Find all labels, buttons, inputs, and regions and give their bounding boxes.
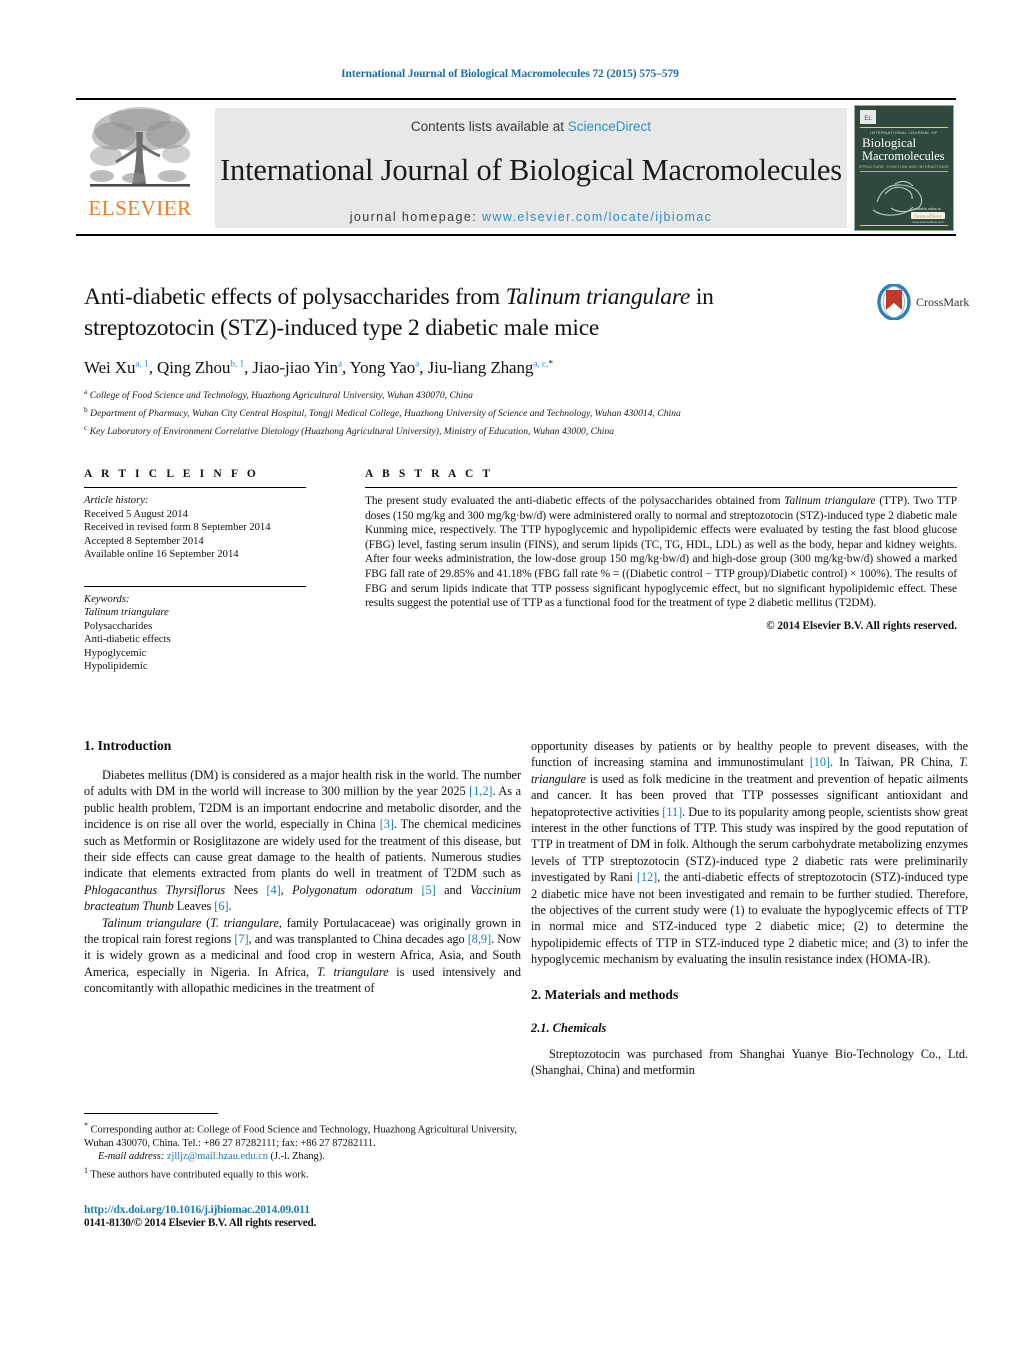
history-item: Received 5 August 2014 <box>84 508 188 520</box>
svg-text:www.sciencedirect.com: www.sciencedirect.com <box>912 220 944 224</box>
abstract-column: A B S T R A C T The present study evalua… <box>365 468 957 632</box>
journal-title: International Journal of Biological Macr… <box>220 153 842 187</box>
title-block: Anti-diabetic effects of polysaccharides… <box>84 282 844 344</box>
svg-text:STRUCTURE, FUNCTION AND INTERA: STRUCTURE, FUNCTION AND INTERACTIONS <box>859 165 949 169</box>
svg-text:ScienceDirect: ScienceDirect <box>915 213 941 218</box>
article-info-column: A R T I C L E I N F O Article history: R… <box>84 468 306 674</box>
section-heading-introduction: 1. Introduction <box>84 738 172 753</box>
journal-homepage-line: journal homepage: www.elsevier.com/locat… <box>215 188 847 224</box>
article-history-block: Article history: Received 5 August 2014 … <box>84 494 306 562</box>
journal-cover-art: EL INTERNATIONAL JOURNAL OF Biological M… <box>855 106 953 230</box>
crossmark-icon <box>877 283 911 321</box>
journal-masthead: ELSEVIER Contents lists available at Sci… <box>76 98 956 236</box>
affiliation-list: a College of Food Science and Technology… <box>84 385 914 438</box>
subsection-heading-chemicals: 2.1. Chemicals <box>531 1020 607 1035</box>
section-heading-materials: 2. Materials and methods <box>531 986 679 1002</box>
intro-paragraph-1: Diabetes mellitus (DM) is considered as … <box>84 768 521 914</box>
homepage-prefix: journal homepage: <box>349 210 478 224</box>
affiliation-text: College of Food Science and Technology, … <box>89 390 473 402</box>
affiliation-item: c Key Laboratory of Environment Correlat… <box>84 421 914 439</box>
footnote-rule <box>84 1113 218 1114</box>
keywords-label: Keywords: <box>84 593 130 605</box>
doi-link[interactable]: http://dx.doi.org/10.1016/j.ijbiomac.201… <box>84 1203 534 1216</box>
elsevier-wordmark: ELSEVIER <box>88 196 192 220</box>
contents-available-line: Contents lists available at ScienceDirec… <box>215 108 847 134</box>
abstract-text: The present study evaluated the anti-dia… <box>365 495 957 610</box>
keyword-item: Anti-diabetic effects <box>84 634 171 645</box>
history-item: Available online 16 September 2014 <box>84 549 239 560</box>
title-part1: Anti-diabetic effects of polysaccharides… <box>84 284 506 310</box>
crossmark-label: CrossMark <box>916 295 970 309</box>
email-note: E-mail address: zjlljz@mail.hzau.edu.cn … <box>84 1150 521 1163</box>
sciencedirect-link[interactable]: ScienceDirect <box>568 119 651 134</box>
email-link[interactable]: zjlljz@mail.hzau.edu.cn <box>167 1151 268 1162</box>
abstract-copyright: © 2014 Elsevier B.V. All rights reserved… <box>766 619 957 632</box>
email-suffix: (J.-l. Zhang). <box>270 1151 325 1163</box>
equal-contribution-note: 1 These authors have contributed equally… <box>84 1165 309 1181</box>
affiliation-item: b Department of Pharmacy, Wuhan City Cen… <box>84 403 914 421</box>
abstract-heading: A B S T R A C T <box>365 468 494 480</box>
corresponding-author-note: * Corresponding author at: College of Fo… <box>84 1121 517 1149</box>
chemicals-paragraph-1: Streptozotocin was purchased from Shangh… <box>531 1046 968 1078</box>
elsevier-logo: ELSEVIER <box>76 104 204 232</box>
svg-text:Macromolecules: Macromolecules <box>862 149 945 163</box>
title-species-name: Talinum triangulare <box>505 284 691 310</box>
keyword-item: Polysaccharides <box>84 620 153 632</box>
intro-paragraph-2-continued: opportunity diseases by patients or by h… <box>531 739 969 967</box>
crossmark-badge[interactable]: CrossMark <box>876 283 969 324</box>
article-info-heading: A R T I C L E I N F O <box>84 468 259 480</box>
intro-paragraph-2: Talinum triangulare (T. triangulare, fam… <box>84 915 521 996</box>
affiliation-marker: a <box>84 387 88 396</box>
svg-text:available online at: available online at <box>913 207 940 211</box>
elsevier-tree-icon <box>90 107 190 187</box>
article-info-rule <box>84 487 306 488</box>
keywords-block: Keywords: Talinum triangulare Polysaccha… <box>84 593 306 674</box>
svg-text:EL: EL <box>864 116 872 122</box>
keyword-item: Hypolipidemic <box>84 661 148 672</box>
affiliation-item: a College of Food Science and Technology… <box>84 385 914 403</box>
svg-text:Biological: Biological <box>862 135 917 150</box>
journal-cover-thumbnail: EL INTERNATIONAL JOURNAL OF Biological M… <box>854 105 954 231</box>
history-item: Accepted 8 September 2014 <box>84 535 204 547</box>
keywords-rule <box>84 585 306 587</box>
footer-doi-block: http://dx.doi.org/10.1016/j.ijbiomac.201… <box>84 1203 534 1229</box>
history-item: Received in revised form 8 September 201… <box>84 522 271 533</box>
masthead-center-panel: Contents lists available at ScienceDirec… <box>215 108 847 228</box>
affiliation-marker: c <box>84 422 88 432</box>
body-column-left: 1. Introduction Diabetes mellitus (DM) i… <box>84 738 521 997</box>
keyword-item: Talinum triangulare <box>84 607 169 618</box>
footnote-block: * Corresponding author at: College of Fo… <box>84 1113 521 1182</box>
affiliation-text: Key Laboratory of Environment Correlativ… <box>89 425 615 437</box>
keyword-item: Hypoglycemic <box>84 647 147 659</box>
running-head: International Journal of Biological Macr… <box>341 68 679 80</box>
issn-copyright-line: 0141-8130/© 2014 Elsevier B.V. All right… <box>84 1217 317 1229</box>
abstract-rule <box>365 487 957 488</box>
homepage-url-link[interactable]: www.elsevier.com/locate/ijbiomac <box>482 210 712 224</box>
author-list: Wei Xua, 1, Qing Zhoub, 1, Jiao-jiao Yin… <box>84 358 553 377</box>
affiliation-marker: b <box>84 404 88 414</box>
article-history-label: Article history: <box>84 495 149 506</box>
contents-prefix: Contents lists available at <box>410 119 565 134</box>
affiliation-text: Department of Pharmacy, Wuhan City Centr… <box>90 407 681 419</box>
page-title: Anti-diabetic effects of polysaccharides… <box>84 282 844 344</box>
body-column-right: opportunity diseases by patients or by h… <box>531 738 968 1079</box>
paper-page: International Journal of Biological Macr… <box>0 0 1020 1351</box>
email-label: E-mail address: <box>98 1151 165 1163</box>
